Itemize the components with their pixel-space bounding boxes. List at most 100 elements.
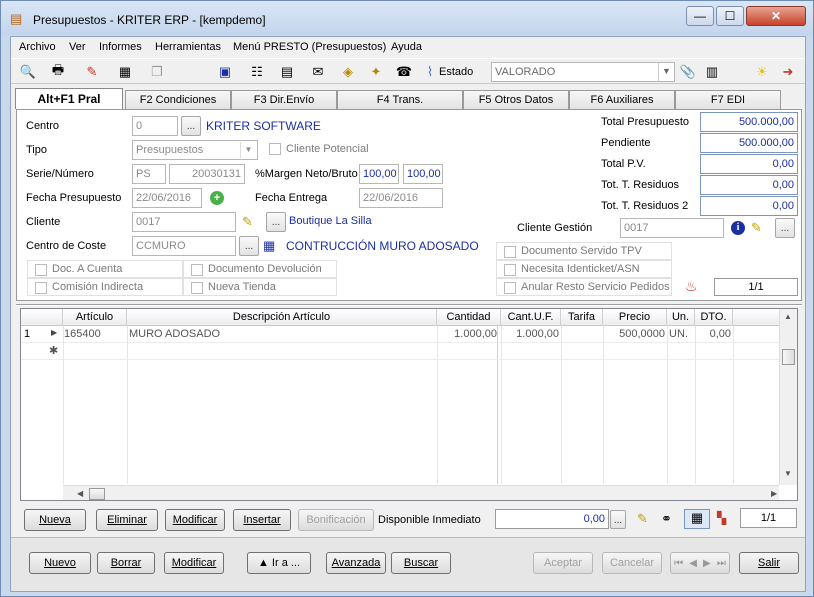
numero-input[interactable]: 20030131	[169, 164, 245, 184]
col-descripcion[interactable]: Descripción Artículo	[127, 309, 437, 326]
menu-informes[interactable]: Informes	[99, 41, 142, 53]
print-icon[interactable]: 🖶	[49, 62, 67, 80]
grid-view-icon[interactable]: ▦	[684, 509, 710, 529]
tab-principal[interactable]: Alt+F1 Pral	[15, 88, 123, 109]
lightbulb-icon[interactable]: ☀	[753, 63, 771, 80]
last-record-icon[interactable]: ⏭	[717, 558, 726, 569]
margen-bruto-input[interactable]: 100,00	[403, 164, 443, 184]
pen-icon[interactable]: ✎	[637, 511, 648, 527]
phone-icon[interactable]: ☎	[395, 63, 413, 80]
modificar-button[interactable]: Modificar	[164, 552, 224, 574]
maximize-button[interactable]: ☐	[716, 6, 744, 26]
modificar-linea-button[interactable]: Modificar	[165, 509, 225, 531]
centro-lookup-button[interactable]: ...	[181, 116, 201, 136]
cell-cantidad[interactable]: 1.000,00	[439, 328, 497, 340]
chevron-down-icon[interactable]: ▼	[240, 142, 256, 158]
scroll-right-icon[interactable]: ▶	[771, 489, 777, 498]
margen-neto-input[interactable]: 100,00	[359, 164, 399, 184]
pen-icon[interactable]: ✎	[751, 220, 762, 236]
ir-a-button[interactable]: ▲ Ir a ...	[247, 552, 311, 574]
cell-descripcion[interactable]: MURO ADOSADO	[129, 328, 220, 340]
vertical-scrollbar[interactable]: ▲ ▼	[779, 309, 797, 485]
cliente-lookup-button[interactable]: ...	[266, 212, 286, 232]
grid-icon[interactable]: ▤	[278, 63, 296, 80]
avanzada-button[interactable]: Avanzada	[326, 552, 386, 574]
pen-icon[interactable]: ✎	[242, 214, 253, 230]
table-row[interactable]: 1 ▶ 165400 MURO ADOSADO 1.000,00 1.000,0…	[21, 327, 779, 343]
close-button[interactable]: ✕	[746, 6, 806, 26]
col-cantidad[interactable]: Cantidad	[437, 309, 501, 326]
new-row[interactable]: ✱	[21, 344, 779, 360]
menu-archivo[interactable]: Archivo	[19, 41, 56, 53]
buscar-button[interactable]: Buscar	[391, 552, 451, 574]
documento-devolucion-checkbox[interactable]: Documento Devolución	[183, 260, 337, 278]
map-icon[interactable]: ◈	[339, 63, 357, 80]
menu-presto[interactable]: Menú PRESTO (Presupuestos)	[233, 41, 386, 53]
cell-un[interactable]: UN.	[669, 328, 688, 340]
fecha-entrega-input[interactable]: 22/06/2016	[359, 188, 443, 208]
documento-servido-tpv-checkbox[interactable]: Documento Servido TPV	[496, 242, 672, 260]
salir-button[interactable]: Salir	[739, 552, 799, 574]
anular-resto-checkbox[interactable]: Anular Resto Servicio Pedidos	[496, 278, 672, 296]
scroll-down-icon[interactable]: ▼	[784, 469, 792, 478]
centro-input[interactable]: 0	[132, 116, 178, 136]
comision-indirecta-checkbox[interactable]: Comisión Indirecta	[27, 278, 183, 296]
scroll-thumb[interactable]	[782, 349, 795, 365]
minimize-button[interactable]: —	[686, 6, 714, 26]
exit-icon[interactable]: ➜	[779, 63, 797, 80]
centro-coste-input[interactable]: CCMURO	[132, 236, 236, 256]
info-icon[interactable]: i	[731, 221, 745, 235]
next-record-icon[interactable]: ▶	[703, 558, 711, 569]
add-icon[interactable]: +	[210, 191, 224, 205]
bonificacion-button[interactable]: Bonificación	[298, 509, 374, 531]
paperclip-icon[interactable]: 📎	[679, 63, 697, 80]
nuevo-button[interactable]: Nuevo	[29, 552, 91, 574]
tab-condiciones[interactable]: F2 Condiciones	[125, 90, 231, 109]
tab-dir-envio[interactable]: F3 Dir.Envío	[231, 90, 337, 109]
tab-auxiliares[interactable]: F6 Auxiliares	[569, 90, 675, 109]
binoculars-icon[interactable]: ⚭	[661, 511, 672, 527]
cell-articulo[interactable]: 165400	[64, 328, 101, 340]
centro-coste-lookup-button[interactable]: ...	[239, 236, 259, 256]
cell-cant-uf[interactable]: 1.000,00	[503, 328, 559, 340]
col-tarifa[interactable]: Tarifa	[561, 309, 603, 326]
eliminar-linea-button[interactable]: Eliminar	[96, 509, 158, 531]
cliente-gestion-lookup-button[interactable]: ...	[775, 218, 795, 238]
col-precio[interactable]: Precio	[603, 309, 667, 326]
cliente-gestion-input[interactable]: 0017	[620, 218, 724, 238]
estado-select[interactable]: VALORADO	[491, 62, 675, 82]
fecha-presupuesto-input[interactable]: 22/06/2016	[132, 188, 202, 208]
barcode-icon[interactable]: ▥	[703, 63, 721, 80]
preview-icon[interactable]: 🔍	[19, 63, 37, 80]
cell-precio[interactable]: 500,0000	[605, 328, 665, 340]
chevron-down-icon[interactable]: ▼	[658, 63, 674, 81]
horizontal-scrollbar[interactable]: ◀ ▶	[63, 485, 779, 500]
scroll-up-icon[interactable]: ▲	[784, 312, 792, 321]
col-dto[interactable]: DTO.	[695, 309, 733, 326]
prev-record-icon[interactable]: ◀	[689, 558, 697, 569]
tab-edi[interactable]: F7 EDI	[675, 90, 781, 109]
edit-doc-icon[interactable]: ▦	[116, 63, 134, 80]
serie-input[interactable]: PS	[132, 164, 166, 184]
hscroll-thumb[interactable]	[89, 488, 105, 500]
col-extra[interactable]	[733, 309, 779, 326]
nueva-linea-button[interactable]: Nueva	[24, 509, 86, 531]
money-bag-icon[interactable]: ♨	[685, 278, 698, 295]
tag-icon[interactable]: ✦	[367, 63, 385, 80]
nueva-tienda-checkbox[interactable]: Nueva Tienda	[183, 278, 337, 296]
calculator-icon[interactable]: ▣	[216, 63, 234, 80]
color-grid-icon[interactable]: ▚	[717, 511, 726, 525]
tree-icon[interactable]: ☷	[248, 63, 266, 80]
disponible-lookup-button[interactable]: ...	[610, 510, 626, 529]
cancelar-button[interactable]: Cancelar	[602, 552, 662, 574]
notes-icon[interactable]: ✉	[309, 63, 327, 80]
insertar-linea-button[interactable]: Insertar	[233, 509, 291, 531]
col-articulo[interactable]: Artículo	[63, 309, 127, 326]
menu-ver[interactable]: Ver	[69, 41, 86, 53]
calendar-icon[interactable]: ▦	[263, 238, 275, 254]
menu-ayuda[interactable]: Ayuda	[391, 41, 422, 53]
cliente-potencial-checkbox[interactable]	[269, 143, 281, 155]
col-un[interactable]: Un.	[667, 309, 695, 326]
tab-otros-datos[interactable]: F5 Otros Datos	[463, 90, 569, 109]
col-cant-uf[interactable]: Cant.U.F.	[501, 309, 561, 326]
